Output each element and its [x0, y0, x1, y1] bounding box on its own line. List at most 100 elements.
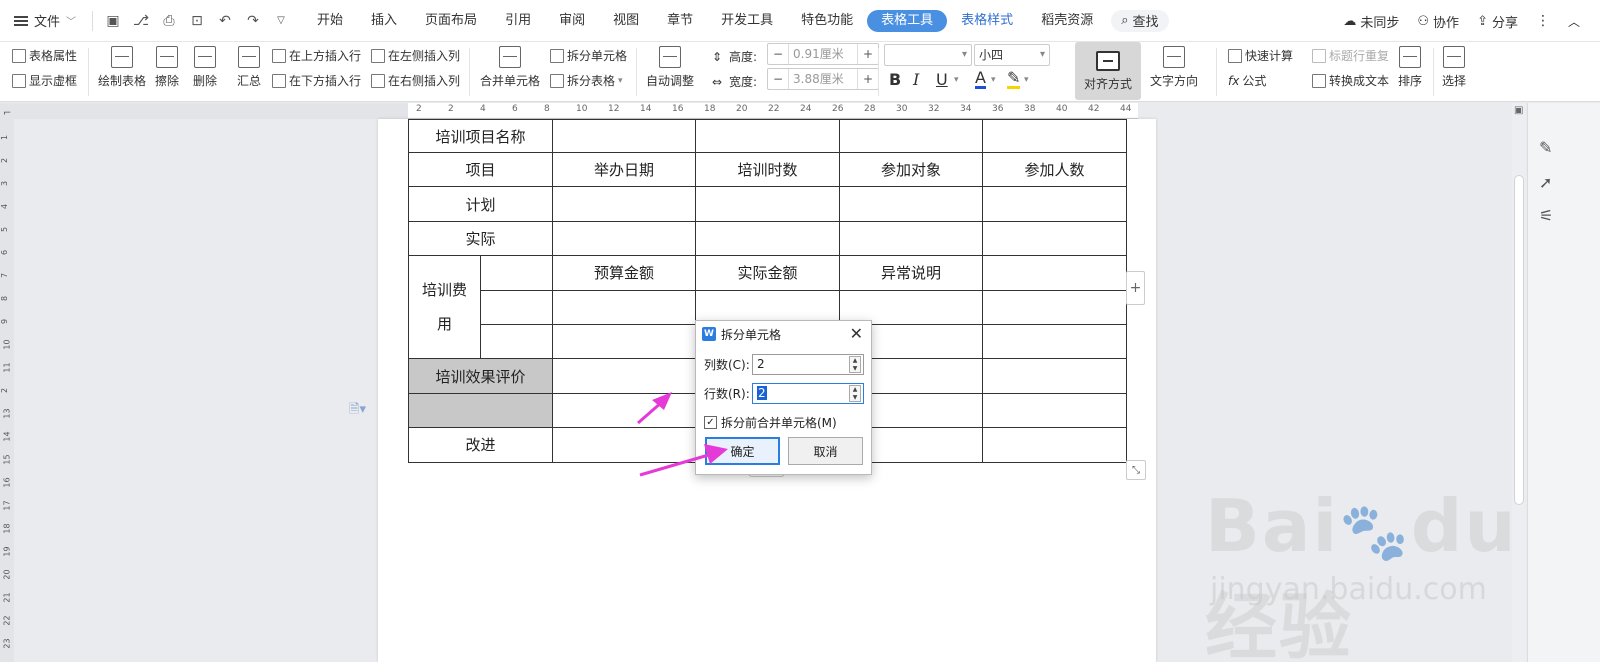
close-icon[interactable]: ✕ [850, 324, 863, 343]
share-button[interactable]: ⇪ 分享 [1477, 12, 1518, 31]
table-cell[interactable] [839, 220, 983, 257]
ok-button[interactable]: 确定 [705, 437, 780, 465]
split-cells-button[interactable]: 拆分单元格 [550, 47, 627, 64]
plus-icon[interactable]: + [858, 47, 878, 61]
tab-sections[interactable]: 章节 [653, 10, 707, 32]
merge-before-split-checkbox[interactable]: ✓ 拆分前合并单元格(M) [704, 414, 837, 431]
table-cell[interactable] [552, 220, 696, 257]
scroll-top-icon[interactable]: ▣ [1514, 105, 1523, 116]
plus-icon[interactable]: + [858, 72, 878, 86]
table-cell[interactable] [982, 392, 1127, 429]
table-cell[interactable] [982, 255, 1127, 291]
chevron-down-icon[interactable]: ▾ [1024, 75, 1029, 85]
table-header-cell[interactable]: 参加人数 [982, 151, 1127, 188]
search-button[interactable]: ⌕ 查找 [1111, 9, 1169, 32]
table-cell[interactable] [695, 186, 840, 222]
table-cell[interactable] [982, 186, 1127, 222]
print-icon[interactable]: ⎙ [161, 13, 177, 29]
table-cell[interactable] [480, 323, 553, 360]
table-header-cell[interactable]: 预算金额 [552, 255, 696, 291]
stepper-arrows-icon[interactable]: ▲ ▼ [849, 356, 861, 373]
tab-home[interactable]: 开始 [303, 10, 357, 32]
underline-icon[interactable]: U [936, 70, 948, 89]
insert-col-left-button[interactable]: 在左侧插入列 [371, 47, 460, 64]
table-cell[interactable] [552, 186, 696, 222]
auto-fit-button[interactable]: 自动调整 [646, 46, 694, 89]
table-cell[interactable]: 实际 [408, 220, 553, 257]
bold-icon[interactable]: B [889, 70, 901, 89]
tab-developer[interactable]: 开发工具 [707, 10, 787, 32]
tab-references[interactable]: 引用 [491, 10, 545, 32]
tab-table-tools[interactable]: 表格工具 [867, 9, 948, 32]
table-cell[interactable] [552, 323, 696, 360]
fee-cell[interactable]: 培训费用 [408, 255, 481, 360]
chevron-down-icon[interactable]: ▾ [991, 75, 996, 85]
settings-icon[interactable]: ⚟ [1539, 206, 1553, 225]
selected-cell[interactable] [408, 392, 553, 429]
table-header-cell[interactable]: 举办日期 [552, 151, 696, 188]
table-cell[interactable] [552, 289, 696, 325]
table-header-cell[interactable]: 项目 [408, 151, 553, 188]
print-preview-icon[interactable]: ⊡ [189, 13, 205, 29]
customize-icon[interactable]: ▽ [273, 13, 289, 29]
tab-docer-resources[interactable]: 稻壳资源 [1027, 10, 1107, 32]
undo-icon[interactable]: ↶ [217, 13, 233, 29]
cols-stepper[interactable]: 2 ▲ ▼ [752, 354, 864, 375]
redo-icon[interactable]: ↷ [245, 13, 261, 29]
repeat-header-button[interactable]: 标题行重复 [1312, 47, 1389, 64]
rows-value[interactable]: 2 [757, 386, 767, 400]
cursor-icon[interactable]: ➚ [1539, 173, 1552, 192]
tab-table-style[interactable]: 表格样式 [947, 10, 1027, 32]
table-cell[interactable]: 改进 [408, 427, 553, 463]
table-cell[interactable] [982, 119, 1127, 153]
add-column-button[interactable]: + [1126, 271, 1145, 305]
delete-button[interactable]: 删除 [193, 46, 217, 89]
split-table-button[interactable]: 拆分表格 ▾ [550, 72, 623, 89]
pen-icon[interactable]: ✎ [1539, 138, 1552, 157]
minus-icon[interactable]: − [768, 47, 788, 61]
collapse-icon[interactable]: ︿ [1568, 13, 1580, 30]
tab-insert[interactable]: 插入 [357, 10, 411, 32]
chevron-down-icon[interactable]: ▾ [954, 75, 959, 85]
cancel-button[interactable]: 取消 [788, 437, 863, 465]
table-cell[interactable] [552, 119, 696, 153]
font-color-icon[interactable]: A [975, 70, 986, 89]
draw-table-button[interactable]: 绘制表格 [98, 46, 146, 89]
show-grid-button[interactable]: 显示虚框 [12, 72, 77, 89]
table-cell[interactable] [695, 220, 840, 257]
table-header-cell[interactable]: 培训时数 [695, 151, 840, 188]
save-icon[interactable]: ▣ [105, 13, 121, 29]
merge-cells-button[interactable]: 合并单元格 [480, 46, 540, 89]
stepper-arrows-icon[interactable]: ▲ ▼ [849, 385, 861, 402]
font-name-select[interactable] [884, 44, 972, 66]
table-cell[interactable] [552, 427, 696, 463]
table-cell[interactable] [982, 323, 1127, 360]
height-value[interactable]: 0.91厘米 [788, 44, 858, 64]
quick-calc-button[interactable]: 快速计算 [1228, 47, 1293, 64]
file-menu[interactable]: 文件 ﹀ [0, 0, 86, 41]
sort-button[interactable]: 排序 [1398, 46, 1422, 89]
scrollbar-thumb[interactable] [1514, 175, 1524, 505]
insert-row-above-button[interactable]: 在上方插入行 [272, 47, 361, 64]
table-cell[interactable] [552, 392, 696, 429]
selected-cell[interactable]: 培训效果评价 [408, 358, 553, 394]
table-cell[interactable]: 计划 [408, 186, 553, 222]
horizontal-ruler[interactable]: 2 2 4 6 8 10 12 14 16 18 20 22 24 26 28 30 32 34 36 38 40 42 4… [408, 103, 1138, 119]
more-icon[interactable]: ⋮ [1536, 13, 1550, 29]
table-cell[interactable] [982, 427, 1127, 463]
sync-button[interactable]: ☁ 未同步 [1343, 12, 1399, 31]
erase-button[interactable]: 擦除 [155, 46, 179, 89]
table-header-cell[interactable]: 异常说明 [839, 255, 983, 291]
highlight-icon[interactable]: ✎ [1007, 70, 1021, 89]
insert-row-below-button[interactable]: 在下方插入行 [272, 72, 361, 89]
paragraph-marker-icon[interactable]: 🗎▾ [349, 400, 366, 422]
convert-to-text-button[interactable]: 转换成文本 [1312, 72, 1389, 89]
table-header-cell[interactable]: 实际金额 [695, 255, 840, 291]
format-painter-icon[interactable]: ⎇ [133, 13, 149, 29]
summary-button[interactable]: 汇总 [237, 46, 261, 89]
insert-col-right-button[interactable]: 在右侧插入列 [371, 72, 460, 89]
table-cell[interactable] [982, 289, 1127, 325]
tab-features[interactable]: 特色功能 [787, 10, 867, 32]
collab-button[interactable]: ⚇ 协作 [1417, 12, 1459, 31]
table-cell[interactable] [982, 358, 1127, 394]
